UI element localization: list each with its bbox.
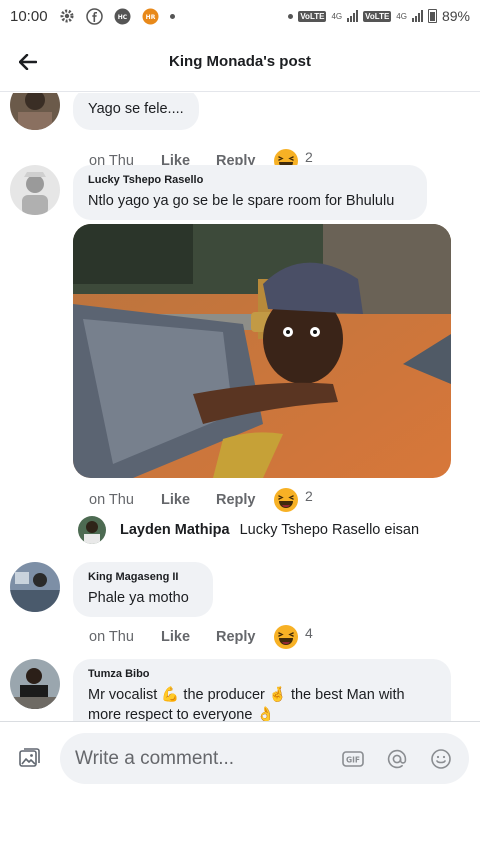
facebook-icon [86, 7, 104, 25]
volte-badge: VoLTE [298, 10, 327, 22]
comment-text-part: Mr vocalist [88, 687, 158, 703]
ok-hand-icon: 👌 [256, 707, 275, 721]
comment-author[interactable]: Tumza Bibo [88, 668, 436, 680]
signal-icon-2 [411, 10, 423, 22]
avatar[interactable] [10, 93, 60, 130]
smiley-icon [431, 748, 451, 769]
comments-feed[interactable]: Yago se fele.... on Thu Like Reply 2 Luc… [0, 93, 480, 721]
avatar[interactable] [10, 659, 60, 709]
comment-composer: GIF [0, 721, 480, 795]
photo-icon [19, 747, 40, 767]
comment-input[interactable] [75, 747, 335, 770]
signal-icon [347, 10, 359, 22]
post-header: King Monada's post [0, 32, 480, 92]
arrow-left-icon [19, 53, 37, 70]
reply-button[interactable]: Reply [216, 492, 273, 508]
haha-reaction-icon [274, 488, 298, 512]
crossed-fingers-icon: 🤞 [268, 687, 287, 703]
at-sign-icon [387, 749, 407, 768]
reaction-count: 2 [305, 149, 313, 165]
comment-bubble[interactable]: Yago se fele.... [73, 93, 199, 130]
comment-bubble[interactable]: Tumza Bibo Mr vocalist 💪 the producer 🤞 … [73, 659, 451, 721]
reply-text: Lucky Tshepo Rasello eisan [239, 522, 420, 538]
comment-actions: on Thu Like Reply 2 [89, 487, 313, 513]
reply-preview[interactable]: Layden Mathipa Lucky Tshepo Rasello eisa… [78, 516, 419, 544]
comment-bubble[interactable]: Lucky Tshepo Rasello Ntlo yago ya go se … [73, 165, 427, 220]
gif-icon: GIF [342, 750, 364, 767]
like-button[interactable]: Like [161, 492, 216, 508]
reaction-count: 4 [305, 625, 313, 641]
comment-text: Yago se fele.... [88, 101, 184, 117]
svg-text:HC: HC [118, 14, 128, 21]
comment-author[interactable]: King Magaseng II [88, 571, 198, 583]
avatar[interactable] [10, 165, 60, 215]
notification-dot-icon [169, 13, 175, 19]
comment-time[interactable]: on Thu [89, 492, 161, 508]
like-button[interactable]: Like [161, 629, 216, 645]
comment-text-part: more respect to everyone [88, 707, 253, 721]
emoji-button[interactable] [429, 747, 453, 771]
svg-text:GIF: GIF [346, 755, 360, 764]
comment-text: Mr vocalist 💪 the producer 🤞 the best Ma… [88, 685, 436, 721]
status-time: 10:00 [10, 7, 48, 25]
gif-button[interactable]: GIF [341, 747, 365, 771]
hc-app-icon: HC [114, 7, 132, 25]
comment-text: Ntlo yago ya go se be le spare room for … [88, 193, 395, 209]
comment-actions: on Thu Like Reply 4 [89, 624, 313, 650]
page-title: King Monada's post [169, 53, 311, 70]
reactions[interactable]: 2 [273, 487, 313, 513]
network-type: 4G [331, 11, 343, 21]
flexed-biceps-icon: 💪 [161, 687, 180, 703]
notification-dot-icon [288, 13, 294, 19]
comment-text-part: the best Man with [290, 687, 405, 703]
network-type-2: 4G [396, 11, 407, 21]
comment-text: Phale ya motho [88, 590, 189, 606]
volte-badge-2: VoLTE [363, 10, 392, 22]
comment-image[interactable] [73, 224, 451, 478]
back-button[interactable] [0, 34, 56, 90]
mention-button[interactable] [385, 747, 409, 771]
haha-reaction-icon [274, 625, 298, 649]
comment-input-wrapper: GIF [60, 733, 469, 784]
battery-icon [427, 9, 437, 23]
reply-author[interactable]: Layden Mathipa [120, 522, 230, 538]
add-photo-button[interactable] [0, 730, 58, 788]
comment-author[interactable]: Lucky Tshepo Rasello [88, 174, 412, 186]
battery-percent: 89% [441, 8, 470, 24]
reactions[interactable]: 4 [273, 624, 313, 650]
status-bar: 10:00 HC HR VoLTE 4G VoLTE 4G 89% [0, 0, 480, 32]
comment-bubble[interactable]: King Magaseng II Phale ya motho [73, 562, 213, 617]
comment-text-part: the producer [183, 687, 265, 703]
hr-app-icon: HR [142, 7, 160, 25]
svg-text:HR: HR [146, 14, 156, 21]
reply-button[interactable]: Reply [216, 629, 273, 645]
comment-time[interactable]: on Thu [89, 629, 161, 645]
reaction-count: 2 [305, 488, 313, 504]
reply-avatar [78, 516, 106, 544]
avatar[interactable] [10, 562, 60, 612]
settings-gear-icon [58, 7, 76, 25]
